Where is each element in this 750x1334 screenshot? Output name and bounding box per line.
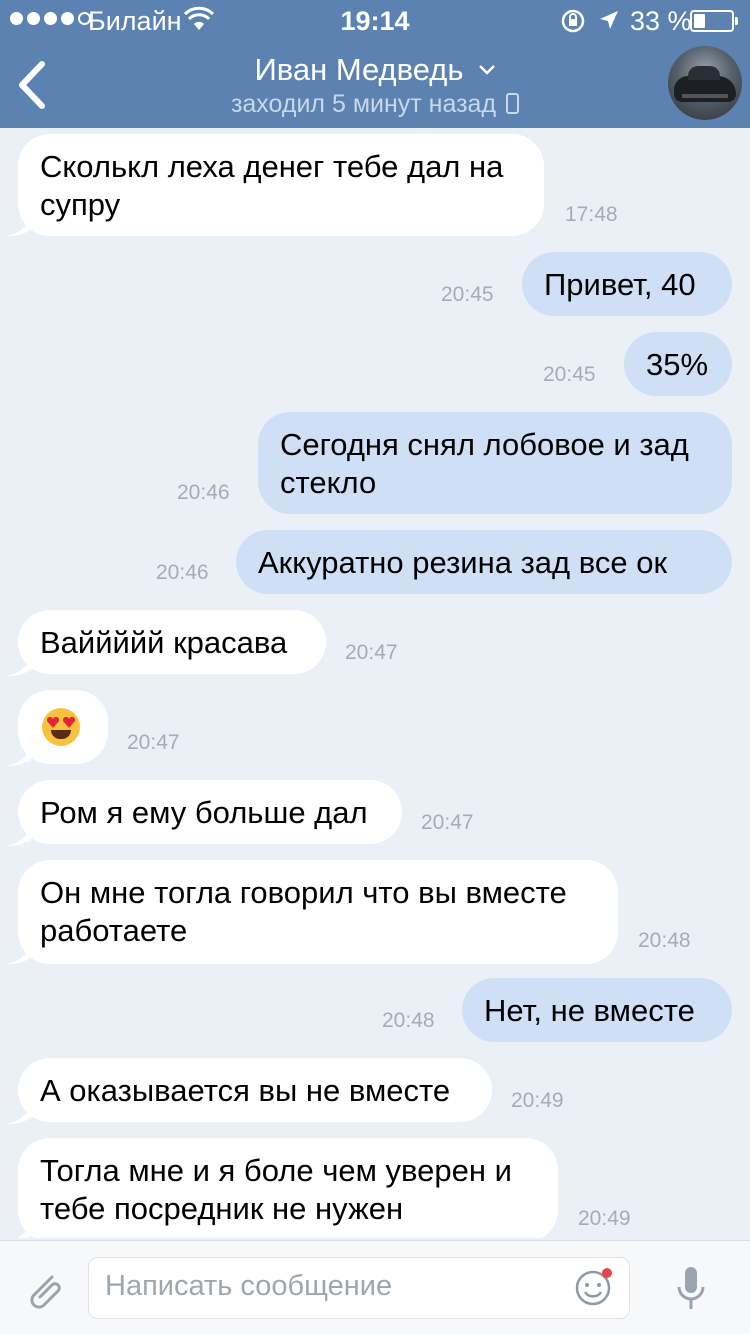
message-bubble[interactable]: А оказывается вы не вместе bbox=[18, 1058, 492, 1122]
message-text: тебе посредник не нужен bbox=[40, 1191, 404, 1226]
message-time: 20:47 bbox=[421, 811, 474, 834]
message-text: Ром я ему больше дал bbox=[40, 795, 368, 830]
message-text: Нет, не вместе bbox=[484, 993, 695, 1028]
message-time: 20:45 bbox=[441, 283, 494, 306]
message-list: Сколькл леха денег тебе дал на супру 17:… bbox=[0, 128, 750, 1238]
message-time: 20:48 bbox=[382, 1009, 435, 1032]
message-composer: Написать сообщение bbox=[0, 1240, 750, 1334]
message-text: супру bbox=[40, 187, 121, 222]
chevron-down-icon bbox=[478, 65, 495, 75]
message-bubble[interactable]: Нет, не вместе bbox=[462, 978, 732, 1042]
message-input-placeholder: Написать сообщение bbox=[105, 1270, 393, 1302]
battery-percent: 33 % bbox=[630, 6, 692, 36]
message-text: Ваййййй красава bbox=[40, 625, 288, 660]
message-time: 20:48 bbox=[638, 929, 691, 952]
message-time: 20:49 bbox=[511, 1089, 564, 1112]
message-bubble[interactable]: Привет, 40 bbox=[522, 252, 732, 316]
message-time: 20:46 bbox=[177, 481, 230, 504]
message-text: стекло bbox=[280, 465, 377, 500]
message-text: Он мне тогла говорил что вы вместе bbox=[40, 875, 567, 910]
message-time: 20:46 bbox=[156, 561, 209, 584]
message-time: 20:45 bbox=[543, 363, 596, 386]
message-text: Сколькл леха денег тебе дал на bbox=[40, 149, 504, 184]
avatar[interactable] bbox=[668, 46, 742, 120]
contact-title[interactable]: Иван Медведь bbox=[0, 52, 750, 88]
message-text: 35% bbox=[646, 347, 709, 382]
message-time: 17:48 bbox=[565, 203, 618, 226]
message-bubble[interactable]: 35% bbox=[624, 332, 732, 396]
orientation-lock-icon bbox=[561, 9, 585, 33]
message-input[interactable]: Написать сообщение bbox=[88, 1257, 630, 1319]
message-bubble[interactable] bbox=[18, 690, 108, 764]
status-bar: Билайн 19:14 33 % bbox=[0, 0, 750, 40]
message-text: Аккуратно резина зад все ок bbox=[258, 545, 668, 580]
message-bubble[interactable]: Сегодня снял лобовое и зад стекло bbox=[258, 412, 732, 514]
message-text: Сегодня снял лобовое и зад bbox=[280, 427, 689, 462]
battery-icon bbox=[690, 10, 738, 32]
last-seen-text: заходил 5 минут назад bbox=[230, 90, 497, 118]
attach-icon[interactable] bbox=[22, 1267, 66, 1315]
message-text: А оказывается вы не вместе bbox=[40, 1073, 451, 1108]
heart-eyes-emoji-icon bbox=[42, 708, 80, 746]
message-text: Привет, 40 bbox=[544, 267, 696, 302]
message-text: Тогла мне и я боле чем уверен и bbox=[40, 1153, 512, 1188]
sticker-icon[interactable] bbox=[574, 1267, 614, 1307]
message-text: работаете bbox=[40, 913, 188, 948]
message-time: 20:47 bbox=[127, 731, 180, 754]
microphone-icon[interactable] bbox=[674, 1265, 708, 1313]
message-time: 20:47 bbox=[345, 641, 398, 664]
message-bubble[interactable]: Ром я ему больше дал bbox=[18, 780, 402, 844]
message-bubble[interactable]: Он мне тогла говорил что вы вместе работ… bbox=[18, 860, 618, 964]
nav-bar: Билайн 19:14 33 % Иван Медведь заходил 5… bbox=[0, 0, 750, 128]
contact-name: Иван Медведь bbox=[254, 52, 464, 87]
last-seen-status: заходил 5 минут назад bbox=[0, 90, 750, 119]
message-bubble[interactable]: Аккуратно резина зад все ок bbox=[236, 530, 732, 594]
message-time: 20:49 bbox=[578, 1207, 631, 1230]
mobile-device-icon bbox=[506, 93, 520, 114]
message-bubble[interactable]: Тогла мне и я боле чем уверен и тебе пос… bbox=[18, 1138, 558, 1238]
message-bubble[interactable]: Ваййййй красава bbox=[18, 610, 326, 674]
message-bubble[interactable]: Сколькл леха денег тебе дал на супру bbox=[18, 134, 544, 236]
location-icon bbox=[600, 11, 618, 29]
